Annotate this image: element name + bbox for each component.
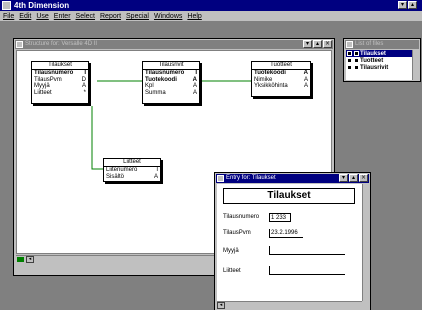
form-title: Tilaukset [223,188,355,204]
structure-system-menu-icon[interactable] [16,41,23,48]
menu-help[interactable]: Help [187,11,201,21]
field-label: TilausPvm [223,230,251,236]
menu-edit[interactable]: Edit [19,11,31,21]
table-tilaukset[interactable]: Tilaukset Tilausnumero I TilausPvm D Myyjä… [31,61,89,104]
field-label: Tilausnumero [223,214,260,220]
minimize-icon[interactable]: ▾ [398,1,407,9]
file-name: Tuotteet [360,57,384,64]
menu-file[interactable]: File [3,11,14,21]
entry-window[interactable]: Entry for: Tilaukset ▾ ▴ × Tilaukset Til… [214,172,371,310]
file-table-icon [354,65,359,70]
menu-use[interactable]: Use [36,11,48,21]
maximize-icon[interactable]: ▴ [408,1,417,9]
minimize-icon[interactable]: ▾ [339,174,348,182]
list-item[interactable]: Tilaukset [346,50,412,57]
field-name: Summa [145,89,166,96]
list-item[interactable]: Tuotteet [346,57,412,64]
file-table-icon [347,65,352,70]
menu-enter[interactable]: Enter [54,11,71,21]
file-name: Tilaukset [360,50,386,57]
maximize-icon[interactable]: ▴ [349,174,358,182]
menu-special[interactable]: Special [126,11,149,21]
field-label: Liitteet [223,268,241,274]
table-tuotteet[interactable]: Tuotteet Tuotekoodi A Nimike A Yksikköhint… [251,61,311,97]
menu-bar: File Edit Use Enter Select Report Specia… [0,11,422,22]
table-name: Tilaukset [32,62,88,70]
field-type: * [83,89,86,96]
structure-window-titlebar[interactable]: Structure for: Versalle 4D II ▾ ▴ × [15,40,333,49]
field-label: Myyjä [223,248,239,254]
tilausnumero-field[interactable]: 1 233 [269,213,291,222]
table-name: Tilausrivit [143,62,199,70]
entry-vscrollbar[interactable] [362,184,370,301]
app-window-buttons: ▾ ▴ [398,1,417,9]
entry-system-menu-icon[interactable] [217,175,224,182]
mdi-workspace: Structure for: Versalle 4D II ▾ ▴ × Tila… [0,22,422,310]
zoom-indicator-icon[interactable] [17,257,24,262]
maximize-icon[interactable]: ▴ [313,40,322,48]
app-icon[interactable] [2,1,11,10]
table-tilausrivit[interactable]: Tilausrivit Tilausnumero I Tuotekoodi A Kp… [142,61,200,104]
file-table-icon [347,51,352,56]
file-table-icon [354,51,359,56]
entry-window-title: Entry for: Tilaukset [226,175,276,181]
field-type: A [192,89,197,96]
file-name: Tilausrivit [360,64,389,71]
file-list-titlebar[interactable]: List of files [345,40,419,49]
field-name: Sisältö [106,173,125,180]
entry-form: Tilaukset Tilausnumero 1 233 TilausPvm 2… [217,184,362,301]
myyja-field[interactable] [269,246,345,255]
entry-hscrollbar[interactable]: ◂ [217,301,362,309]
file-list-window[interactable]: List of files Tilaukset Tuotteet Tilausr… [343,38,421,82]
field-type: A [303,83,308,89]
scroll-arrow-icon[interactable]: ◂ [217,302,225,309]
file-list-vscrollbar[interactable] [412,50,420,80]
menu-windows[interactable]: Windows [154,11,182,21]
file-list-system-menu-icon[interactable] [346,41,353,48]
field-row[interactable]: Summa A [143,90,199,97]
menu-report[interactable]: Report [100,11,121,21]
tilauspvm-field[interactable]: 23.2.1996 [269,229,303,238]
table-liitteet[interactable]: Liitteet Liitenumero I Sisältö A [103,158,161,182]
entry-window-buttons: ▾ ▴ × [339,174,368,182]
table-name: Liitteet [104,159,160,167]
table-name: Tuotteet [252,62,310,70]
list-item[interactable]: Tilausrivit [346,64,412,71]
minimize-icon[interactable]: ▾ [303,40,312,48]
file-table-icon [354,58,359,63]
close-icon[interactable]: × [323,40,332,48]
liitteet-field[interactable] [269,266,345,275]
close-icon[interactable]: × [359,174,368,182]
menu-select[interactable]: Select [76,11,95,21]
file-list-title: List of files [355,41,384,47]
field-row[interactable]: Liitteet * [32,90,88,97]
structure-window-title: Structure for: Versalle 4D II [25,41,98,47]
app-title: 4th Dimension [14,1,70,10]
file-list[interactable]: Tilaukset Tuotteet Tilausrivit [346,50,412,80]
scroll-arrow-icon[interactable]: ◂ [26,256,34,263]
field-name: Yksikköhinta [254,83,288,89]
structure-window-buttons: ▾ ▴ × [303,40,332,48]
entry-window-titlebar[interactable]: Entry for: Tilaukset ▾ ▴ × [216,174,369,183]
app-window: 4th Dimension ▾ ▴ File Edit Use Enter Se… [0,0,422,310]
field-type: A [153,173,158,180]
field-row[interactable]: Sisältö A [104,174,160,181]
file-table-icon [347,58,352,63]
field-name: Liitteet [34,89,52,96]
app-titlebar: 4th Dimension ▾ ▴ [0,0,422,11]
field-row[interactable]: Yksikköhinta A [252,83,310,90]
relation-line [91,106,103,170]
